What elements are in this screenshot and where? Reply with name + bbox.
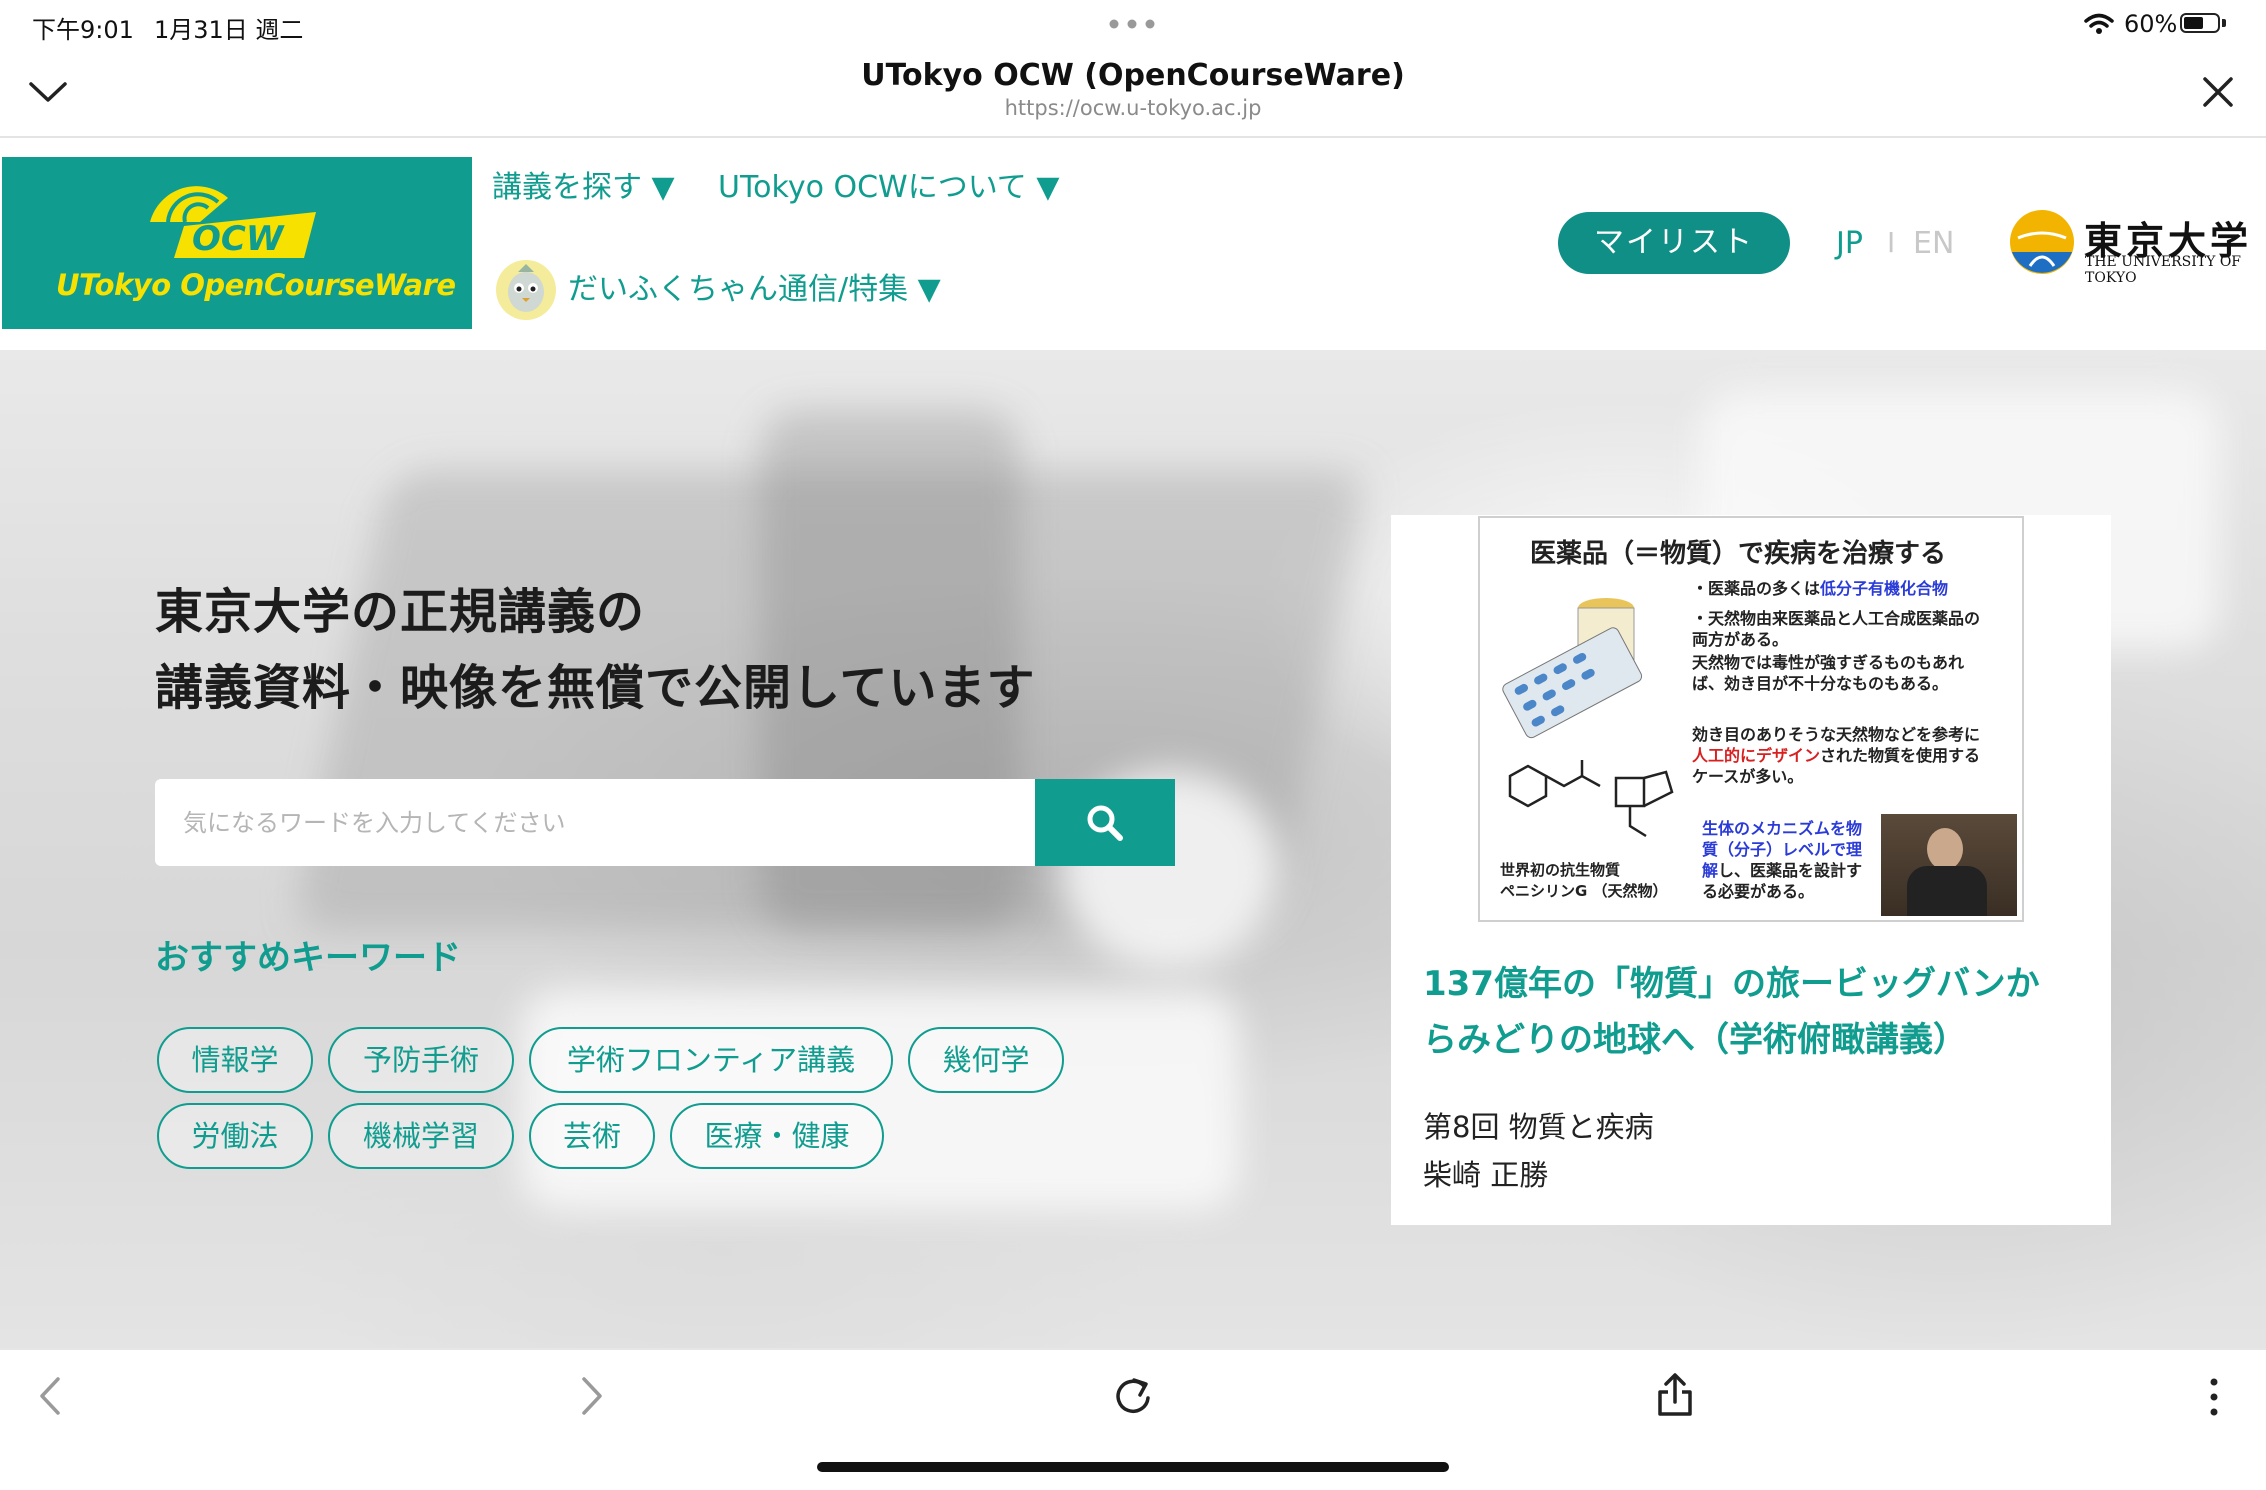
logo-text: UTokyo OpenCourseWare bbox=[56, 268, 456, 302]
medicine-illustration-icon bbox=[1502, 598, 1643, 739]
ocw-logo-icon: OCW bbox=[150, 186, 316, 259]
battery-icon bbox=[2180, 13, 2220, 33]
search-input[interactable] bbox=[155, 779, 1035, 866]
lang-en-link[interactable]: EN bbox=[1913, 226, 1954, 261]
lecturer-name: 柴崎 正勝 bbox=[1423, 1158, 1549, 1192]
nav-find-courses[interactable]: 講義を探す ▼ bbox=[492, 162, 675, 206]
home-indicator[interactable] bbox=[817, 1462, 1449, 1472]
search-button[interactable] bbox=[1035, 779, 1175, 866]
nav-daifuku[interactable]: だいふくちゃん通信/特集 ▼ bbox=[568, 264, 941, 308]
penicillin-structure-icon bbox=[1508, 760, 1674, 838]
hero-headline-line1: 東京大学の正規講義の bbox=[155, 584, 646, 640]
keyword-chip[interactable]: 労働法 bbox=[157, 1103, 313, 1169]
share-icon[interactable] bbox=[1656, 1372, 1694, 1418]
lang-jp-link[interactable]: JP bbox=[1836, 226, 1863, 261]
keyword-chip[interactable]: 幾何学 bbox=[908, 1027, 1064, 1093]
page-url[interactable]: https://ocw.u-tokyo.ac.jp bbox=[0, 96, 2266, 120]
keyword-chip[interactable]: 情報学 bbox=[157, 1027, 313, 1093]
slide-note3-b: し、医薬品を設計する必要がある。 bbox=[1702, 861, 1863, 901]
nav-about[interactable]: UTokyo OCWについて ▼ bbox=[718, 162, 1059, 206]
hero-headline-line2: 講義資料・映像を無償で公開しています bbox=[155, 660, 1036, 716]
slide-bullet1-a: ・医薬品の多くは bbox=[1692, 579, 1821, 598]
slide-caption1: 世界初の抗生物質 bbox=[1500, 861, 1621, 879]
slide-title: 医薬品（＝物質）で疾病を治療する bbox=[1530, 539, 1947, 569]
keywords-heading: おすすめキーワード bbox=[155, 938, 461, 978]
slide-note2-b: 人工的にデザイン bbox=[1692, 746, 1821, 765]
back-icon[interactable] bbox=[38, 1376, 62, 1416]
keyword-chip[interactable]: 医療・健康 bbox=[670, 1103, 884, 1169]
svg-text:OCW: OCW bbox=[192, 219, 285, 259]
status-date: 1月31日 週二 bbox=[154, 16, 304, 44]
page-title: UTokyo OCW (OpenCourseWare) bbox=[861, 58, 1405, 93]
course-title-line1[interactable]: 137億年の「物質」の旅ービッグバンか bbox=[1423, 956, 2040, 1005]
daifuku-mascot-icon bbox=[496, 260, 556, 320]
lang-separator: I bbox=[1887, 226, 1896, 259]
wifi-icon bbox=[2084, 13, 2114, 34]
mylist-button[interactable]: マイリスト bbox=[1558, 212, 1790, 274]
forward-icon[interactable] bbox=[580, 1376, 604, 1416]
utokyo-emblem-icon[interactable] bbox=[2008, 208, 2076, 276]
close-icon[interactable] bbox=[2202, 76, 2234, 108]
slide-caption2: ペニシリンG （天然物） bbox=[1500, 882, 1668, 900]
reload-icon[interactable] bbox=[1112, 1374, 1154, 1418]
lecturer-photo bbox=[1881, 814, 2017, 916]
lecture-number: 第8回 物質と疾病 bbox=[1423, 1110, 1654, 1144]
slide-bullet2: ・天然物由来医薬品と人工合成医薬品の両方がある。 bbox=[1692, 609, 1981, 649]
multitask-dots-icon[interactable] bbox=[1108, 18, 1156, 30]
course-title-line2[interactable]: らみどりの地球へ（学術俯瞰講義） bbox=[1423, 1012, 1967, 1061]
keyword-chip[interactable]: 学術フロンティア講義 bbox=[529, 1027, 893, 1093]
university-name-en: THE UNIVERSITY OF TOKYO bbox=[2085, 254, 2242, 286]
more-icon[interactable] bbox=[2206, 1376, 2222, 1418]
keyword-chip[interactable]: 芸術 bbox=[529, 1103, 655, 1169]
status-time: 下午9:01 bbox=[32, 16, 134, 44]
keyword-chip[interactable]: 予防手術 bbox=[328, 1027, 514, 1093]
slide-note2-a: 効き目のありそうな天然物などを参考に bbox=[1692, 725, 1981, 744]
search-icon bbox=[1087, 805, 1123, 841]
slide-bullet1-b: 低分子有機化合物 bbox=[1820, 579, 1949, 598]
keyword-chip[interactable]: 機械学習 bbox=[328, 1103, 514, 1169]
battery-percent: 60% bbox=[2124, 10, 2178, 38]
slide-note1: 天然物では毒性が強すぎるものもあれば、効き目が不十分なものもある。 bbox=[1692, 653, 1965, 693]
